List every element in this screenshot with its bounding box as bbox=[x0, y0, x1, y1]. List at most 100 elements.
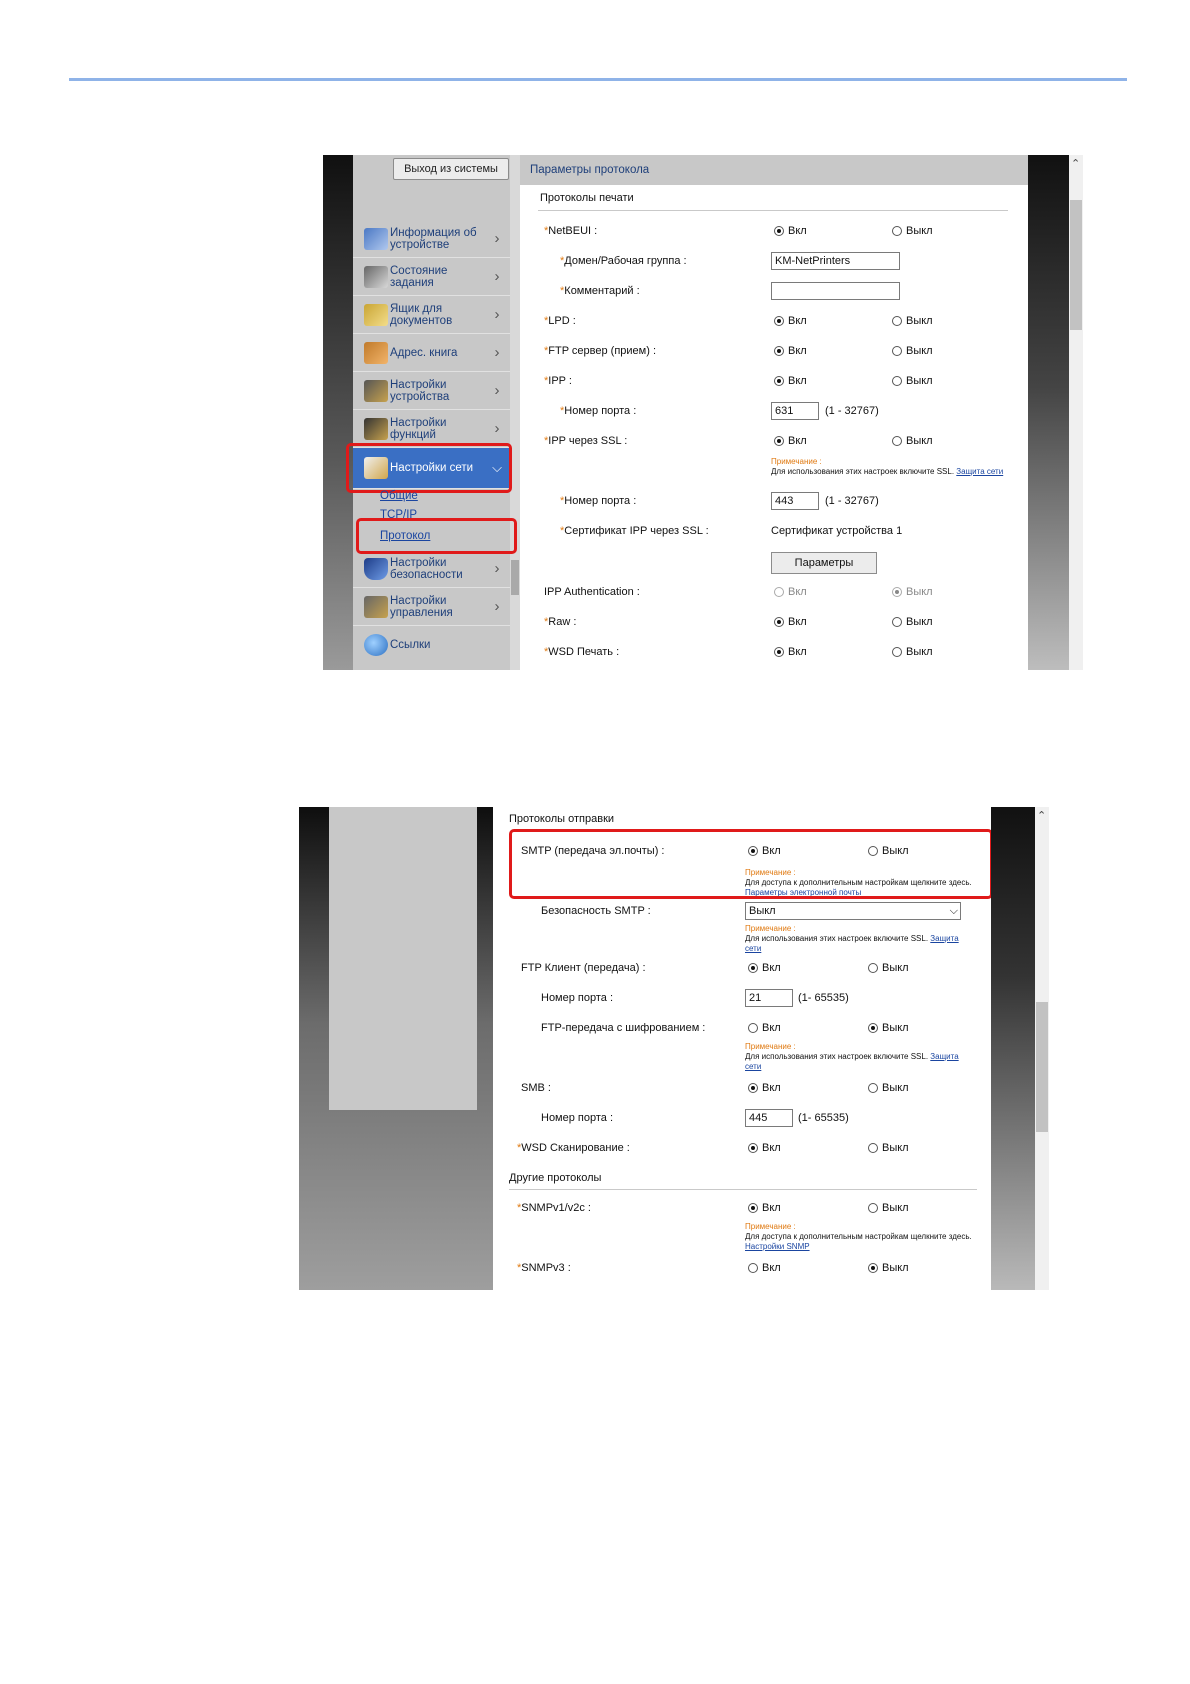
ftp-client-on-radio[interactable]: Вкл bbox=[748, 962, 781, 974]
ftp-port-label: Номер порта : bbox=[541, 992, 614, 1004]
sidebar-item-links[interactable]: Ссылки bbox=[353, 626, 510, 663]
chevron-right-icon: › bbox=[494, 382, 500, 399]
sidebar-item-management[interactable]: Настройки управления › bbox=[353, 588, 510, 626]
netbeui-off-radio[interactable]: Выкл bbox=[892, 225, 933, 237]
send-protocols-screenshot: Протоколы отправки SMTP (передача эл.поч… bbox=[299, 807, 1049, 1290]
chevron-right-icon: › bbox=[494, 420, 500, 437]
netbeui-on-radio[interactable]: Вкл bbox=[774, 225, 807, 237]
ftp-server-off-radio[interactable]: Выкл bbox=[892, 345, 933, 357]
ipp-port-range: (1 - 32767) bbox=[825, 405, 879, 417]
page-scrollbar[interactable]: ⌃ bbox=[1035, 807, 1049, 1290]
ipp-label: *IPP : bbox=[544, 375, 572, 387]
smb-port-input[interactable]: 445 bbox=[745, 1109, 793, 1127]
wsd-print-on-radio[interactable]: Вкл bbox=[774, 646, 807, 658]
snmp-settings-link[interactable]: Настройки SNMP bbox=[745, 1242, 810, 1251]
smb-on-radio[interactable]: Вкл bbox=[748, 1082, 781, 1094]
chevron-right-icon: › bbox=[494, 230, 500, 247]
lpd-off-radio[interactable]: Выкл bbox=[892, 315, 933, 327]
ftp-encrypted-off-radio[interactable]: Выкл bbox=[868, 1022, 909, 1034]
sidebar-subitem-general[interactable]: Общие bbox=[380, 490, 418, 502]
scroll-up-icon[interactable]: ⌃ bbox=[1037, 809, 1046, 822]
radio-empty-icon bbox=[892, 226, 902, 236]
snmpv1-off-radio[interactable]: Выкл bbox=[868, 1202, 909, 1214]
sidebar-item-label: Ссылки bbox=[390, 638, 431, 651]
ftp-server-on-radio[interactable]: Вкл bbox=[774, 345, 807, 357]
cert-params-button[interactable]: Параметры bbox=[771, 552, 877, 574]
lpd-label: *LPD : bbox=[544, 315, 576, 327]
smb-label: SMB : bbox=[521, 1082, 551, 1094]
ftp-port-input[interactable]: 21 bbox=[745, 989, 793, 1007]
snmpv1-label: *SNMPv1/v2c : bbox=[517, 1202, 591, 1214]
domain-label: *Домен/Рабочая группа : bbox=[560, 255, 687, 267]
window-background-right bbox=[1028, 155, 1073, 670]
page-scroll-thumb[interactable] bbox=[1070, 200, 1082, 330]
section-divider bbox=[509, 1189, 977, 1190]
smb-off-radio[interactable]: Выкл bbox=[868, 1082, 909, 1094]
ftp-server-label: *FTP сервер (прием) : bbox=[544, 345, 656, 357]
chevron-right-icon: › bbox=[494, 560, 500, 577]
snmpv3-on-radio[interactable]: Вкл bbox=[748, 1262, 781, 1274]
page-top-rule bbox=[69, 78, 1127, 81]
sidebar-item-label: Ящик для документов bbox=[390, 302, 453, 327]
snmp-note: Примечание : Для доступа к дополнительным… bbox=[745, 1222, 972, 1251]
page-scrollbar[interactable]: ⌃ bbox=[1069, 155, 1083, 670]
smtp-security-select[interactable]: Выкл ⌵ bbox=[745, 902, 961, 920]
snmpv3-off-radio[interactable]: Выкл bbox=[868, 1262, 909, 1274]
main-content: Параметры протокола Протоколы печати *Ne… bbox=[520, 155, 1028, 670]
wsd-print-off-radio[interactable]: Выкл bbox=[892, 646, 933, 658]
logout-button[interactable]: Выход из системы bbox=[393, 158, 509, 180]
snmpv1-on-radio[interactable]: Вкл bbox=[748, 1202, 781, 1214]
sidebar-item-device-settings[interactable]: Настройки устройства › bbox=[353, 372, 510, 410]
scroll-up-icon[interactable]: ⌃ bbox=[1071, 157, 1080, 170]
chevron-down-icon: ⌵ bbox=[949, 905, 958, 917]
device-info-icon bbox=[364, 227, 388, 250]
sidebar-item-label: Состояние задания bbox=[390, 264, 448, 289]
ipp-auth-on-radio[interactable]: Вкл bbox=[774, 586, 807, 598]
comment-label: *Комментарий : bbox=[560, 285, 640, 297]
sidebar-scrollbar[interactable] bbox=[510, 155, 520, 670]
lpd-on-radio[interactable]: Вкл bbox=[774, 315, 807, 327]
ipp-ssl-note: Примечание : Для использования этих настр… bbox=[771, 457, 1004, 476]
sidebar-blank bbox=[329, 807, 477, 1110]
function-settings-icon bbox=[364, 417, 388, 440]
highlight-network-settings bbox=[346, 443, 512, 493]
highlight-protocol bbox=[356, 518, 517, 554]
ipp-auth-off-radio[interactable]: Выкл bbox=[892, 586, 933, 598]
ftp-encrypted-note: Примечание : Для использования этих настр… bbox=[745, 1042, 959, 1071]
ipp-off-radio[interactable]: Выкл bbox=[892, 375, 933, 387]
sidebar-item-device-info[interactable]: Информация об устройстве › bbox=[353, 220, 510, 258]
sidebar-item-document-box[interactable]: Ящик для документов › bbox=[353, 296, 510, 334]
ipp-cert-label: *Сертификат IPP через SSL : bbox=[560, 525, 709, 537]
main-content: Протоколы отправки SMTP (передача эл.поч… bbox=[493, 807, 993, 1290]
ipp-ssl-on-radio[interactable]: Вкл bbox=[774, 435, 807, 447]
ftp-encrypted-on-radio[interactable]: Вкл bbox=[748, 1022, 781, 1034]
management-icon bbox=[364, 595, 388, 618]
sidebar-subitem-tcpip[interactable]: TCP/IP bbox=[380, 509, 417, 518]
sidebar-item-job-status[interactable]: Состояние задания › bbox=[353, 258, 510, 296]
sidebar-scroll-thumb[interactable] bbox=[511, 560, 519, 595]
wsd-print-label: *WSD Печать : bbox=[544, 646, 620, 658]
chevron-right-icon: › bbox=[494, 268, 500, 285]
section-title-print-protocols: Протоколы печати bbox=[540, 192, 634, 204]
globe-icon bbox=[364, 633, 388, 656]
raw-on-radio[interactable]: Вкл bbox=[774, 616, 807, 628]
comment-input[interactable] bbox=[771, 282, 900, 300]
sidebar-item-security[interactable]: Настройки безопасности › bbox=[353, 550, 510, 588]
network-security-link[interactable]: Защита сети bbox=[956, 467, 1003, 476]
section-title-send-protocols: Протоколы отправки bbox=[509, 813, 615, 825]
wsd-scan-on-radio[interactable]: Вкл bbox=[748, 1142, 781, 1154]
snmpv3-label: *SNMPv3 : bbox=[517, 1262, 571, 1274]
smb-port-range: (1- 65535) bbox=[798, 1112, 849, 1124]
section-divider bbox=[538, 210, 1008, 211]
netbeui-label: *NetBEUI : bbox=[544, 225, 598, 237]
sidebar-item-address-book[interactable]: Адрес. книга › bbox=[353, 334, 510, 372]
ipp-ssl-port-input[interactable]: 443 bbox=[771, 492, 819, 510]
wsd-scan-off-radio[interactable]: Выкл bbox=[868, 1142, 909, 1154]
ipp-port-input[interactable]: 631 bbox=[771, 402, 819, 420]
raw-off-radio[interactable]: Выкл bbox=[892, 616, 933, 628]
ipp-ssl-off-radio[interactable]: Выкл bbox=[892, 435, 933, 447]
ftp-client-off-radio[interactable]: Выкл bbox=[868, 962, 909, 974]
page-scroll-thumb[interactable] bbox=[1036, 1002, 1048, 1132]
domain-input[interactable]: KM-NetPrinters bbox=[771, 252, 900, 270]
ipp-on-radio[interactable]: Вкл bbox=[774, 375, 807, 387]
